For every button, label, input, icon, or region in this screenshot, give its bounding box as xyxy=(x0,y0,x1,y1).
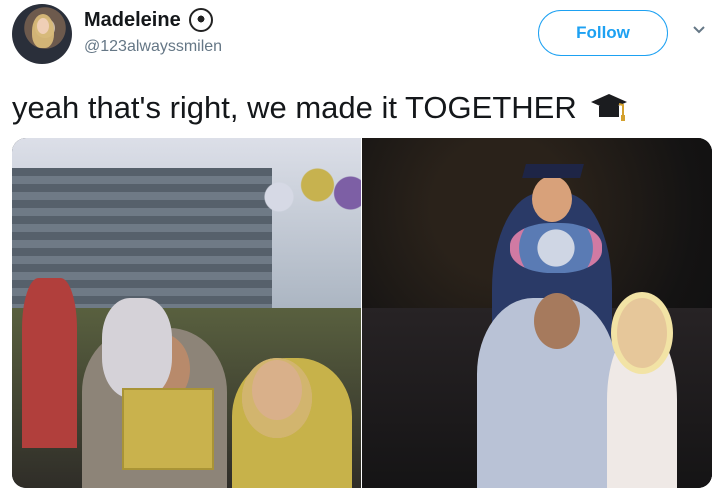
soccer-ball-icon xyxy=(188,8,213,32)
woman-head xyxy=(617,298,667,368)
photo-2[interactable] xyxy=(362,138,712,488)
tweet-text: yeah that's right, we made it TOGETHER xyxy=(12,90,577,125)
father-head xyxy=(534,293,580,349)
graduate-head xyxy=(532,176,572,222)
flower-lei xyxy=(510,223,602,273)
avatar[interactable] xyxy=(12,4,72,64)
diploma-folder xyxy=(122,388,214,470)
background-person xyxy=(22,278,77,448)
graduation-cap-icon xyxy=(590,94,627,121)
balloons xyxy=(257,153,361,233)
display-name[interactable]: Madeleine xyxy=(84,9,181,32)
graduation-cap xyxy=(522,164,584,178)
user-name-row: Madeleine xyxy=(84,8,213,32)
chevron-down-icon[interactable] xyxy=(692,22,706,36)
tweet-body: yeah that's right, we made it TOGETHER xyxy=(12,88,629,128)
user-handle[interactable]: @123alwayssmilen xyxy=(84,38,222,56)
avatar-face xyxy=(37,18,49,34)
photo-1[interactable] xyxy=(12,138,361,488)
baby-figure xyxy=(102,298,172,398)
graduate-head xyxy=(242,358,312,438)
follow-button[interactable]: Follow xyxy=(538,10,668,56)
